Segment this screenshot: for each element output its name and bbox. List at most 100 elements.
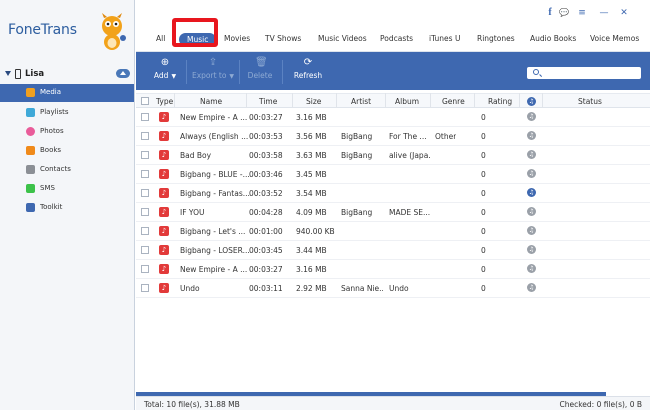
sync-status-icon[interactable]: ♫ bbox=[527, 131, 536, 140]
facebook-icon[interactable]: f bbox=[544, 7, 556, 19]
tab-audio-books[interactable]: Audio Books bbox=[530, 34, 576, 43]
cell-size: 3.56 MB bbox=[296, 132, 327, 141]
table-row[interactable]: ♪ New Empire - A ... 00:03:27 3.16 MB 0 ♫ bbox=[136, 260, 650, 279]
sidebar: FoneTrans Lisa Media Playlists Photos Bo… bbox=[0, 0, 135, 410]
cell-size: 3.54 MB bbox=[296, 189, 327, 198]
table-row[interactable]: ♪ IF YOU 00:04:28 4.09 MB BigBang MADE SE... 0… bbox=[136, 203, 650, 222]
cell-size: 3.44 MB bbox=[296, 246, 327, 255]
table-row[interactable]: ♪ New Empire - A ... 00:03:27 3.16 MB 0 ♫ bbox=[136, 108, 650, 127]
cell-name: Bigbang - Fantas... bbox=[180, 189, 250, 198]
tab-itunes-u[interactable]: iTunes U bbox=[429, 34, 460, 43]
cell-time: 00:04:28 bbox=[249, 208, 283, 217]
sidebar-item-toolkit[interactable]: Toolkit bbox=[0, 199, 134, 217]
row-checkbox[interactable] bbox=[141, 132, 149, 140]
column-artist[interactable]: Artist bbox=[351, 97, 371, 106]
sync-status-icon[interactable]: ♫ bbox=[527, 226, 536, 235]
table-row[interactable]: ♪ Bigbang - BLUE -... 00:03:46 3.45 MB 0 ♫ bbox=[136, 165, 650, 184]
expand-triangle-icon[interactable] bbox=[5, 71, 11, 76]
cell-name: IF YOU bbox=[180, 208, 205, 217]
cell-time: 00:03:27 bbox=[249, 113, 283, 122]
column-genre[interactable]: Genre bbox=[442, 97, 465, 106]
row-checkbox[interactable] bbox=[141, 284, 149, 292]
status-bar: Total: 10 file(s), 31.88 MB Checked: 0 f… bbox=[136, 396, 650, 410]
column-album[interactable]: Album bbox=[395, 97, 419, 106]
table-row[interactable]: ♪ Bad Boy 00:03:58 3.63 MB BigBang alive (Jap… bbox=[136, 146, 650, 165]
cell-time: 00:03:58 bbox=[249, 151, 283, 160]
cell-rating: 0 bbox=[481, 284, 486, 293]
column-type[interactable]: Type bbox=[156, 97, 173, 106]
tab-voice-memos[interactable]: Voice Memos bbox=[590, 34, 639, 43]
device-lisa[interactable]: Lisa bbox=[0, 67, 135, 83]
sidebar-item-books[interactable]: Books bbox=[0, 142, 134, 160]
sidebar-item-contacts[interactable]: Contacts bbox=[0, 161, 134, 179]
row-checkbox[interactable] bbox=[141, 265, 149, 273]
sidebar-item-photos[interactable]: Photos bbox=[0, 123, 134, 141]
table-row[interactable]: ♪ Bigbang - Fantas... 00:03:52 3.54 MB 0 ♫ bbox=[136, 184, 650, 203]
music-note-icon: ♪ bbox=[159, 226, 169, 236]
media-icon bbox=[26, 88, 35, 97]
select-all-checkbox[interactable] bbox=[141, 97, 149, 105]
sync-column-icon[interactable]: ♫ bbox=[527, 97, 536, 106]
tab-music-videos[interactable]: Music Videos bbox=[318, 34, 367, 43]
cell-artist: BigBang bbox=[341, 208, 373, 217]
contacts-icon bbox=[26, 165, 35, 174]
sync-status-icon[interactable]: ♫ bbox=[527, 112, 536, 121]
table-row[interactable]: ♪ Bigbang - LOSER... 00:03:45 3.44 MB 0 ♫ bbox=[136, 241, 650, 260]
row-checkbox[interactable] bbox=[141, 227, 149, 235]
cell-time: 00:03:45 bbox=[249, 246, 283, 255]
cell-time: 00:03:11 bbox=[249, 284, 283, 293]
table-row[interactable]: ♪ Always (English ... 00:03:53 3.56 MB BigBa… bbox=[136, 127, 650, 146]
sidebar-item-media[interactable]: Media bbox=[0, 84, 134, 102]
toolkit-icon bbox=[26, 203, 35, 212]
row-checkbox[interactable] bbox=[141, 189, 149, 197]
sms-icon bbox=[26, 184, 35, 193]
cell-name: New Empire - A ... bbox=[180, 265, 248, 274]
toolbar-divider bbox=[239, 60, 240, 84]
sync-status-icon[interactable]: ♫ bbox=[527, 150, 536, 159]
sidebar-item-sms[interactable]: SMS bbox=[0, 180, 134, 198]
tab-tv-shows[interactable]: TV Shows bbox=[265, 34, 301, 43]
sync-status-icon[interactable]: ♫ bbox=[527, 169, 536, 178]
refresh-icon: ⟳ bbox=[303, 57, 313, 68]
minimize-button[interactable]: — bbox=[598, 7, 610, 19]
row-checkbox[interactable] bbox=[141, 170, 149, 178]
tab-all[interactable]: All bbox=[156, 34, 165, 43]
tab-movies[interactable]: Movies bbox=[224, 34, 250, 43]
cell-time: 00:03:53 bbox=[249, 132, 283, 141]
sync-status-icon[interactable]: ♫ bbox=[527, 245, 536, 254]
cell-rating: 0 bbox=[481, 246, 486, 255]
row-checkbox[interactable] bbox=[141, 151, 149, 159]
row-checkbox[interactable] bbox=[141, 246, 149, 254]
column-status[interactable]: Status bbox=[578, 97, 602, 106]
cell-size: 940.00 KB bbox=[296, 227, 335, 236]
table-row[interactable]: ♪ Bigbang - Let's ... 00:01:00 940.00 KB 0 ♫ bbox=[136, 222, 650, 241]
sidebar-item-label: Photos bbox=[40, 127, 64, 135]
column-rating[interactable]: Rating bbox=[488, 97, 512, 106]
sync-status-icon[interactable]: ♫ bbox=[527, 283, 536, 292]
row-checkbox[interactable] bbox=[141, 113, 149, 121]
close-button[interactable]: ✕ bbox=[618, 7, 630, 19]
sync-status-icon[interactable]: ♫ bbox=[527, 264, 536, 273]
tab-podcasts[interactable]: Podcasts bbox=[380, 34, 413, 43]
menu-icon[interactable]: ≡ bbox=[576, 7, 588, 19]
cell-album: MADE SE... bbox=[389, 208, 431, 217]
sync-status-icon[interactable]: ♫ bbox=[527, 207, 536, 216]
music-note-icon: ♪ bbox=[159, 188, 169, 198]
eject-icon[interactable] bbox=[116, 69, 130, 78]
tab-ringtones[interactable]: Ringtones bbox=[477, 34, 515, 43]
delete-button[interactable]: 🗑 Delete bbox=[244, 58, 276, 81]
export-label: Export to bbox=[191, 71, 227, 80]
table-row[interactable]: ♪ Undo 00:03:11 2.92 MB Sanna Nie... Undo 0 ♫ bbox=[136, 279, 650, 298]
checked-files-text: Checked: 0 file(s), 0 B bbox=[559, 400, 643, 409]
chat-icon[interactable]: 💬 bbox=[558, 7, 570, 19]
column-time[interactable]: Time bbox=[259, 97, 277, 106]
column-size[interactable]: Size bbox=[306, 97, 321, 106]
export-button[interactable]: ⇪ Export to ▼ bbox=[190, 58, 236, 81]
sync-status-icon[interactable]: ♫ bbox=[527, 188, 536, 197]
row-checkbox[interactable] bbox=[141, 208, 149, 216]
add-button[interactable]: ⊕ Add ▼ bbox=[150, 58, 180, 81]
sidebar-item-playlists[interactable]: Playlists bbox=[0, 104, 134, 122]
search-input[interactable] bbox=[527, 67, 641, 79]
column-name[interactable]: Name bbox=[200, 97, 222, 106]
refresh-button[interactable]: ⟳ Refresh bbox=[290, 57, 326, 81]
